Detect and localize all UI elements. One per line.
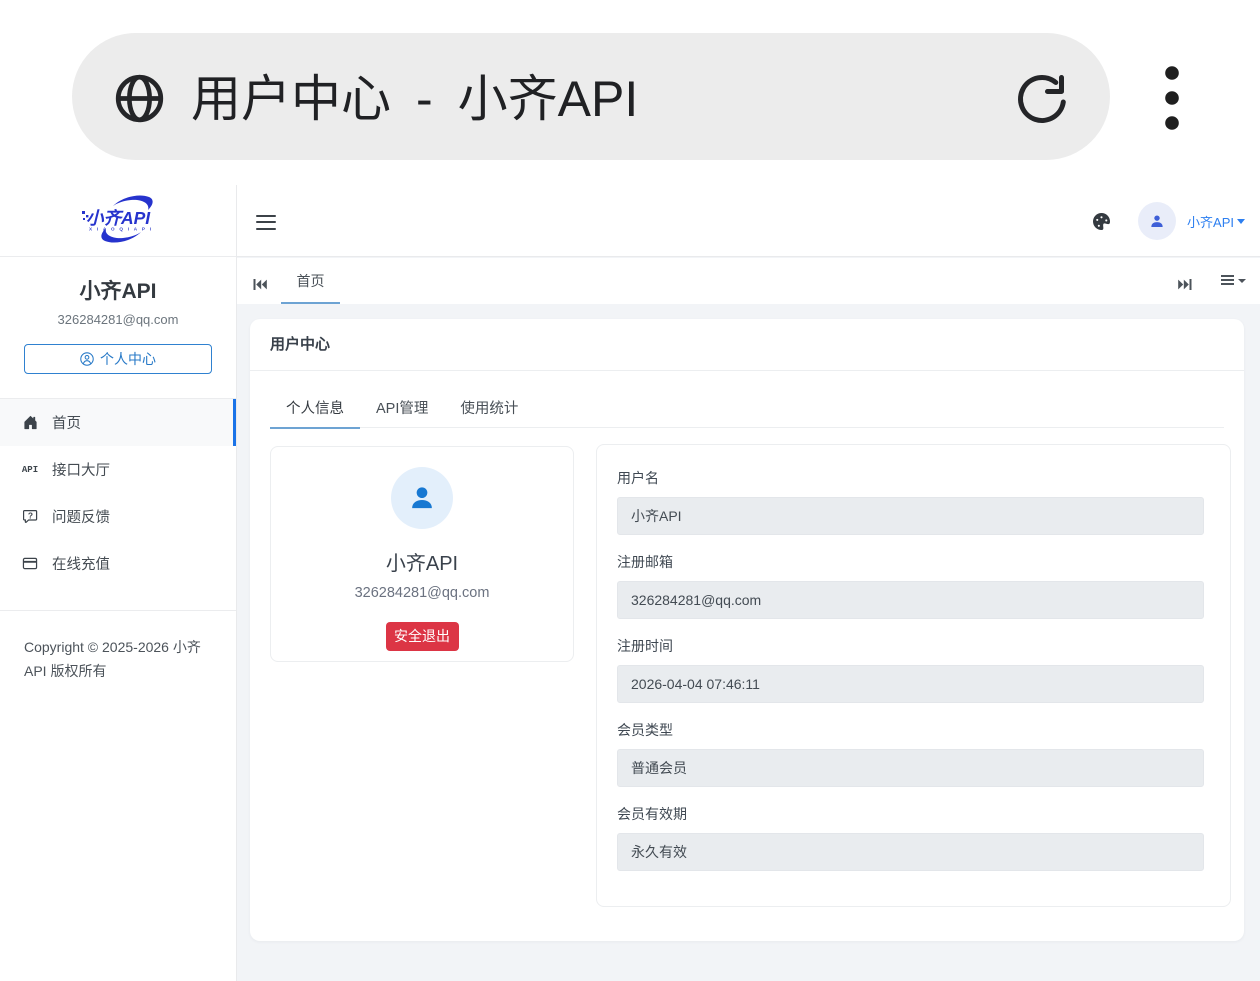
svg-text:小齐API: 小齐API bbox=[86, 208, 151, 228]
svg-text:?: ? bbox=[27, 510, 32, 520]
